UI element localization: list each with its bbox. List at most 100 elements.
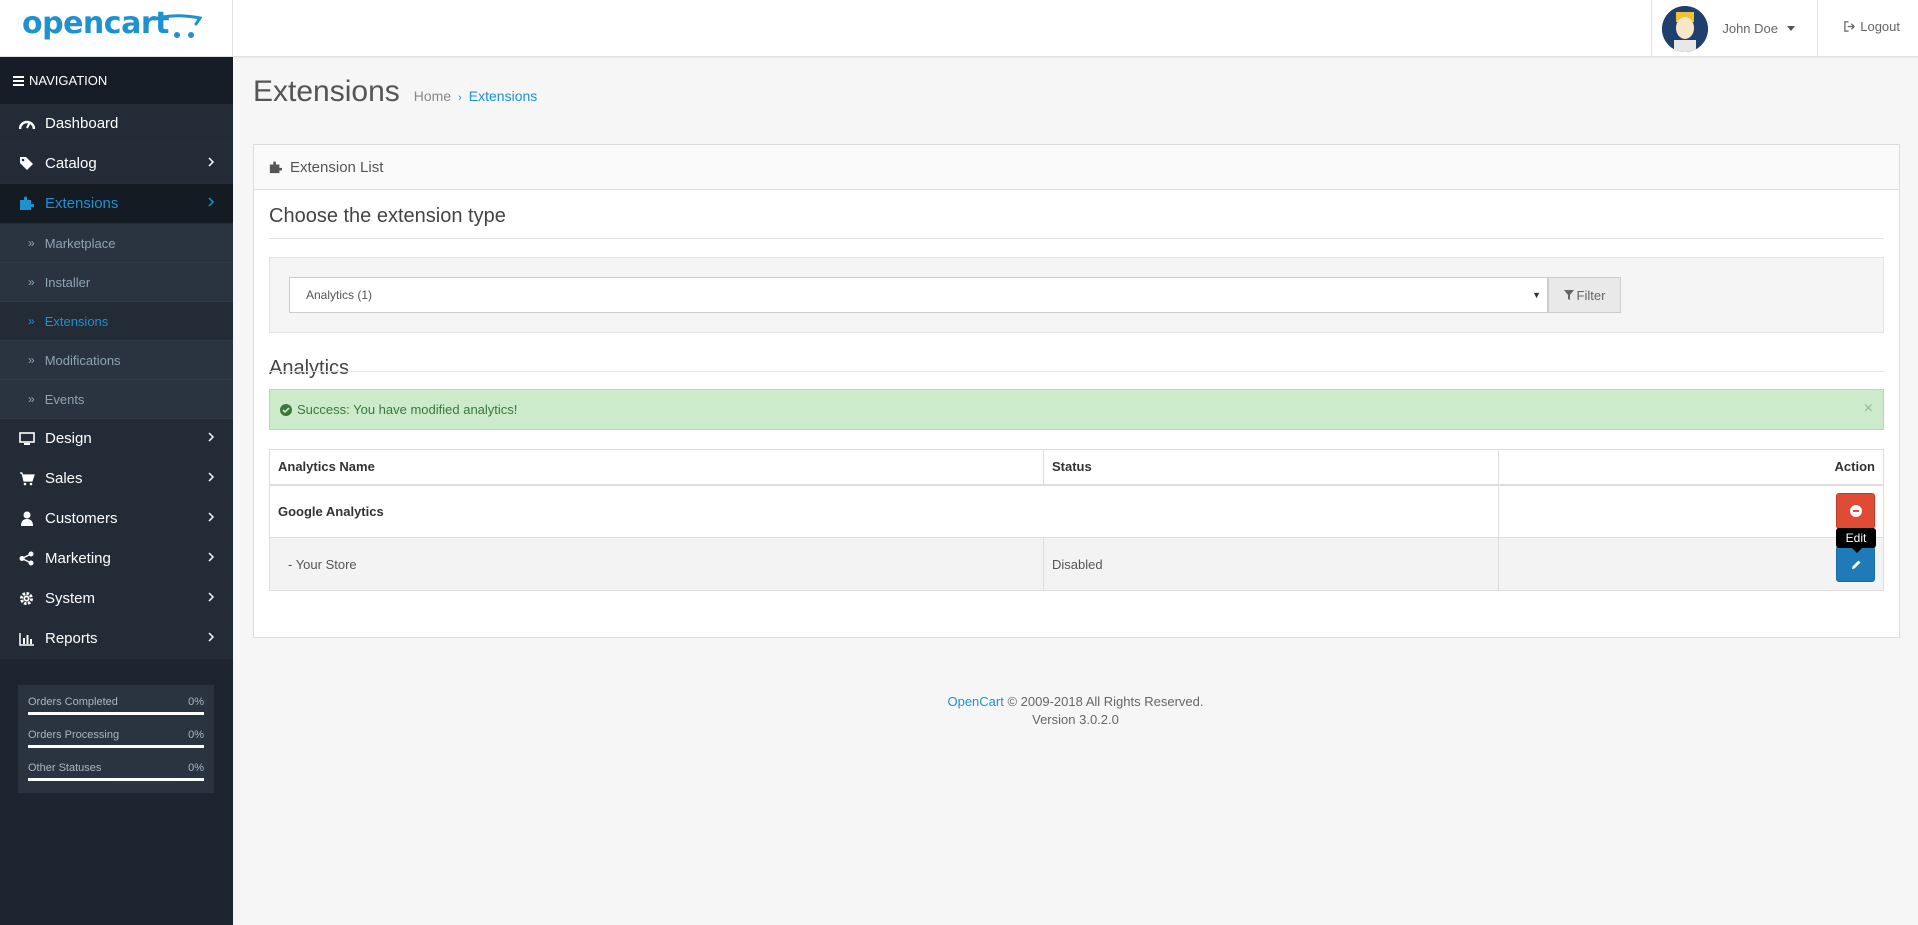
sidebar-item-reports[interactable]: Reports (0, 619, 233, 659)
table-header-row: Analytics Name Status Action (269, 449, 1884, 486)
minus-circle-icon (1850, 505, 1862, 518)
sidebar-subitem-marketplace[interactable]: » Marketplace (0, 224, 233, 263)
table-row: - Your Store Disabled (269, 537, 1884, 591)
stat-label: Other Statuses (28, 762, 102, 774)
analytics-table: Analytics Name Status Action Google Anal… (269, 449, 1884, 591)
bar-chart-icon (18, 630, 35, 647)
stat-label: Orders Processing (28, 729, 120, 741)
stat-other-statuses: Other Statuses 0% (28, 759, 204, 792)
sidebar-item-marketing[interactable]: Marketing (0, 539, 233, 579)
table-row: Google Analytics (269, 484, 1884, 538)
caret-down-icon (1787, 26, 1795, 31)
user-icon (18, 510, 35, 527)
share-icon (18, 550, 35, 567)
breadcrumb: Home › Extensions (414, 88, 538, 104)
stat-value: 0% (188, 762, 204, 774)
panel-heading: Extension List (254, 145, 1899, 190)
footer-copyright-line: OpenCart © 2009-2018 All Rights Reserved… (233, 693, 1918, 711)
sidebar-item-design[interactable]: Design (0, 419, 233, 459)
double-angle-right-icon: » (28, 392, 35, 406)
avatar (1662, 5, 1709, 52)
navigation-heading: NAVIGATION (0, 57, 233, 104)
sidebar-subitem-label: Events (44, 391, 85, 407)
stat-progress-bar (28, 778, 204, 781)
user-name: John Doe (1722, 21, 1778, 36)
extension-list-panel: Extension List Choose the extension type… (253, 144, 1900, 638)
sidebar-subitem-label: Marketplace (44, 235, 116, 251)
close-icon[interactable]: × (1864, 400, 1873, 418)
tooltip-arrow (1852, 548, 1862, 553)
sidebar-item-catalog[interactable]: Catalog (0, 144, 233, 184)
double-angle-right-icon: » (28, 275, 35, 289)
cart-logo-icon (160, 14, 202, 38)
stat-orders-processing: Orders Processing 0% (28, 726, 204, 759)
breadcrumb-home[interactable]: Home (414, 88, 451, 104)
sidebar-item-customers[interactable]: Customers (0, 499, 233, 539)
stat-orders-completed: Orders Completed 0% (28, 693, 204, 726)
sidebar-subitem-installer[interactable]: » Installer (0, 263, 233, 302)
logout-link[interactable]: Logout (1844, 19, 1900, 34)
user-menu[interactable]: John Doe (1651, 0, 1818, 57)
sidebar-subitem-label: Installer (44, 274, 91, 290)
sidebar-item-label: Design (45, 430, 92, 447)
logo-text: opencart (22, 6, 169, 41)
chevron-right-icon (208, 512, 215, 522)
chevron-right-icon (208, 632, 215, 642)
divider (269, 238, 1884, 239)
desktop-icon (18, 430, 35, 447)
puzzle-icon (18, 195, 35, 212)
filter-icon (1563, 290, 1574, 300)
double-angle-right-icon: » (28, 353, 35, 367)
extension-type-select[interactable]: Analytics (1) ▼ (289, 277, 1548, 313)
chevron-right-icon (208, 552, 215, 562)
sidebar-item-label: Reports (45, 630, 98, 647)
chevron-right-icon (208, 197, 215, 207)
gear-icon (18, 590, 35, 607)
choose-type-title: Choose the extension type (269, 205, 506, 227)
sidebar-item-label: Customers (45, 510, 118, 527)
chevron-right-icon (208, 432, 215, 442)
sidebar-item-sales[interactable]: Sales (0, 459, 233, 499)
sidebar-item-label: Catalog (45, 155, 97, 172)
sidebar-item-dashboard[interactable]: Dashboard (0, 104, 233, 144)
breadcrumb-extensions[interactable]: Extensions (469, 88, 537, 104)
logo[interactable]: opencart (0, 0, 233, 57)
double-angle-right-icon: » (28, 236, 35, 250)
column-header-status: Status (1043, 449, 1499, 486)
sidebar-item-label: Marketing (45, 550, 111, 567)
success-alert: Success: You have modified analytics! × (269, 389, 1884, 430)
logout-label: Logout (1860, 19, 1900, 34)
select-arrow-icon: ▼ (1532, 290, 1541, 300)
puzzle-icon (269, 160, 282, 173)
bars-icon (13, 75, 24, 86)
check-circle-icon (280, 403, 292, 416)
footer-brand-link[interactable]: OpenCart (947, 694, 1003, 709)
action-cell (1498, 537, 1884, 591)
top-header: opencart John Doe Logout (0, 0, 1918, 57)
order-stats: Orders Completed 0% Orders Processing 0%… (18, 685, 214, 793)
analytics-title: Analytics (269, 357, 350, 379)
stat-progress-bar (28, 712, 204, 715)
dashboard-icon (18, 115, 35, 132)
cart-icon (18, 470, 35, 487)
sidebar-subitem-label: Modifications (44, 352, 121, 368)
sidebar-subitem-extensions[interactable]: » Extensions (0, 302, 233, 341)
main-content: Extensions Home › Extensions Extension L… (233, 57, 1918, 925)
extension-name: Google Analytics (269, 484, 1499, 538)
sidebar-item-label: Extensions (45, 195, 119, 212)
page-title: Extensions (253, 75, 400, 108)
action-cell (1498, 484, 1884, 538)
divider (269, 371, 1884, 372)
sidebar-subitem-modifications[interactable]: » Modifications (0, 341, 233, 380)
column-header-name: Analytics Name (269, 449, 1044, 486)
sidebar-subitem-events[interactable]: » Events (0, 380, 233, 419)
sidebar-item-system[interactable]: System (0, 579, 233, 619)
uninstall-button[interactable] (1836, 493, 1875, 530)
filter-button[interactable]: Filter (1548, 277, 1621, 313)
sidebar-item-label: Sales (45, 470, 83, 487)
edit-tooltip: Edit (1836, 528, 1876, 548)
page-header: Extensions Home › Extensions (253, 75, 537, 109)
sidebar-item-extensions[interactable]: Extensions (0, 184, 233, 224)
tags-icon (18, 155, 35, 172)
stat-progress-bar (28, 745, 204, 748)
